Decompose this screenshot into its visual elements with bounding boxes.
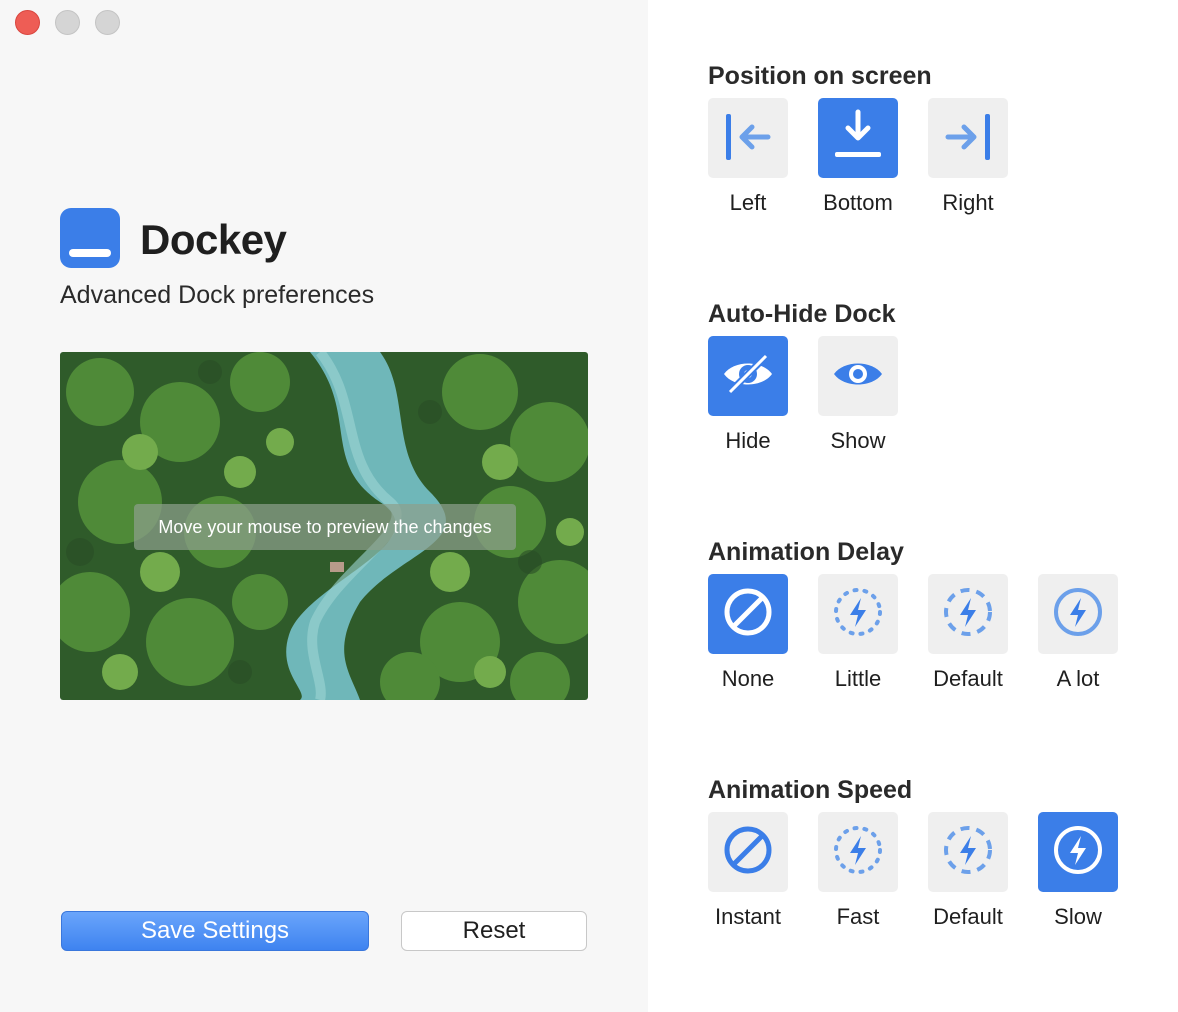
reset-button[interactable]: Reset xyxy=(401,911,587,951)
option-none[interactable]: None xyxy=(708,574,788,691)
option-show[interactable]: Show xyxy=(818,336,898,453)
option-fast[interactable]: Fast xyxy=(818,812,898,929)
option-slow[interactable]: Slow xyxy=(1038,812,1118,929)
option-hide[interactable]: Hide xyxy=(708,336,788,453)
settings-pane: Position on screen Left Bottom Right Aut… xyxy=(648,0,1178,1012)
preview-hint: Move your mouse to preview the changes xyxy=(134,504,516,550)
dock-preview-area[interactable]: Move your mouse to preview the changes xyxy=(60,352,588,700)
option-right[interactable]: Right xyxy=(928,98,1008,215)
option-bottom[interactable]: Bottom xyxy=(818,98,898,215)
dock-bottom-icon xyxy=(826,104,890,173)
section-title-position: Position on screen xyxy=(708,62,932,90)
minimize-window-button[interactable] xyxy=(55,10,80,35)
none-icon xyxy=(716,580,780,649)
section-title-speed: Animation Speed xyxy=(708,776,913,804)
option-label: Slow xyxy=(1054,904,1102,929)
none-icon xyxy=(716,818,780,887)
option-label: A lot xyxy=(1056,666,1100,691)
option-label: Show xyxy=(830,428,886,453)
left-pane: Dockey Advanced Dock preferences Move yo… xyxy=(0,0,648,1012)
option-label: Right xyxy=(942,190,994,215)
app-subtitle: Advanced Dock preferences xyxy=(60,281,375,309)
option-default-speed[interactable]: Default xyxy=(928,812,1008,929)
eye-icon xyxy=(826,342,890,411)
section-title-delay: Animation Delay xyxy=(708,538,904,566)
app-logo-icon xyxy=(60,208,120,268)
dock-left-icon xyxy=(716,104,780,173)
option-left[interactable]: Left xyxy=(708,98,788,215)
close-window-button[interactable] xyxy=(15,10,40,35)
bolt-circle-icon xyxy=(1046,818,1110,887)
bolt-dotted-icon xyxy=(826,818,890,887)
section-autohide: Auto-Hide Dock Hide Show xyxy=(708,300,898,453)
maximize-window-button[interactable] xyxy=(95,10,120,35)
app-title: Dockey xyxy=(140,216,287,263)
bolt-dashed-icon xyxy=(936,818,1000,887)
option-instant[interactable]: Instant xyxy=(708,812,788,929)
section-speed: Animation Speed Instant Fast Default Slo… xyxy=(708,776,1118,929)
save-settings-button[interactable]: Save Settings xyxy=(61,911,369,951)
bolt-dotted-icon xyxy=(826,580,890,649)
eye-slash-icon xyxy=(716,342,780,411)
bolt-dashed-icon xyxy=(936,580,1000,649)
bolt-circle-icon xyxy=(1046,580,1110,649)
section-delay: Animation Delay None Little Default A lo… xyxy=(708,538,1118,691)
option-a-lot[interactable]: A lot xyxy=(1038,574,1118,691)
option-default[interactable]: Default xyxy=(928,574,1008,691)
option-little[interactable]: Little xyxy=(818,574,898,691)
dock-right-icon xyxy=(936,104,1000,173)
section-title-autohide: Auto-Hide Dock xyxy=(708,300,896,328)
section-position: Position on screen Left Bottom Right xyxy=(708,62,1008,215)
